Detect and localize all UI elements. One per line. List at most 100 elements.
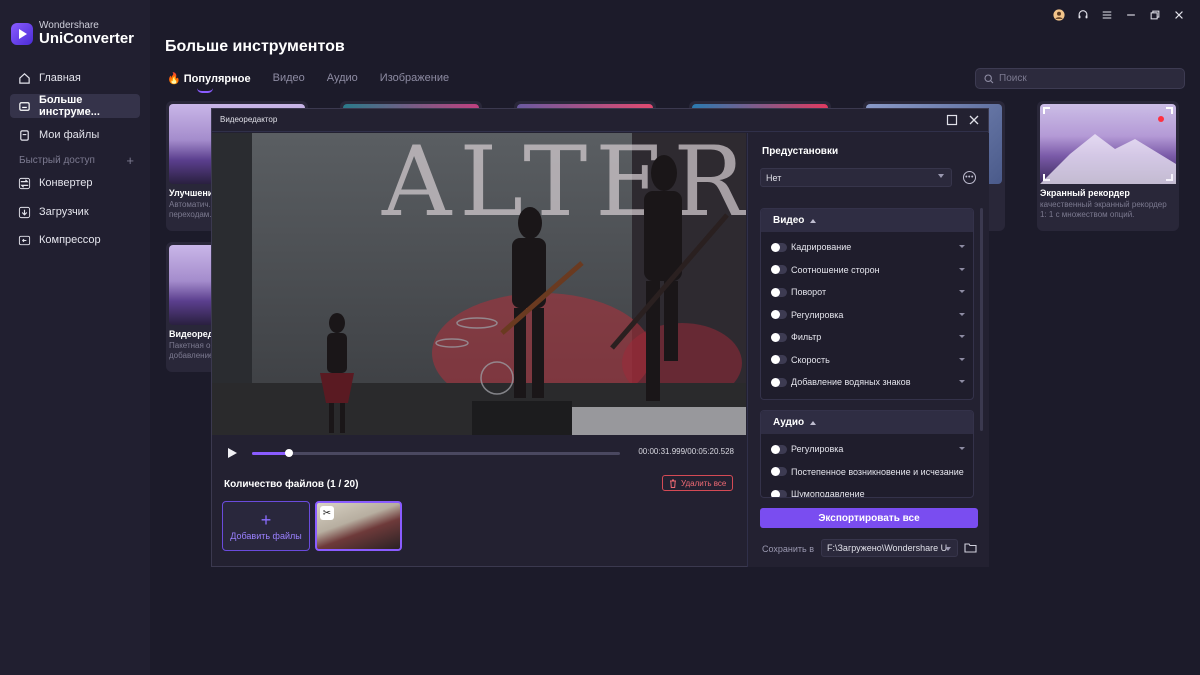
toggle-switch[interactable] bbox=[771, 355, 787, 365]
setting-label: Регулировка bbox=[791, 444, 844, 455]
chevron-down-icon[interactable] bbox=[959, 267, 965, 271]
record-frame-icon bbox=[1040, 107, 1176, 184]
audio-section-header[interactable]: Аудио bbox=[761, 411, 973, 434]
more-options-icon[interactable]: ••• bbox=[963, 171, 976, 184]
delete-all-button[interactable]: Удалить все bbox=[662, 475, 734, 491]
video-section-header[interactable]: Видео bbox=[761, 209, 973, 232]
chevron-down-icon[interactable] bbox=[959, 357, 965, 361]
minimize-icon bbox=[1127, 14, 1135, 16]
chevron-down-icon[interactable] bbox=[959, 312, 965, 316]
menu-icon bbox=[1102, 11, 1112, 19]
sidebar-item-label: Компрессор bbox=[39, 234, 101, 246]
tab-video[interactable]: Видео bbox=[273, 72, 305, 85]
play-icon[interactable] bbox=[226, 447, 238, 459]
toolbox-icon bbox=[19, 101, 30, 111]
maximize-icon[interactable] bbox=[946, 114, 958, 126]
tool-card-screen-recorder[interactable]: Экранный рекордер качественный экранный … bbox=[1037, 101, 1179, 231]
setting-label: Добавление водяных знаков bbox=[791, 377, 911, 388]
toggle-switch[interactable] bbox=[771, 444, 787, 454]
setting-label: Фильтр bbox=[791, 332, 822, 343]
sidebar-item-downloader[interactable]: Загрузчик bbox=[10, 200, 140, 224]
setting-row[interactable]: Соотношение сторон bbox=[761, 259, 973, 282]
chevron-down-icon[interactable] bbox=[959, 380, 965, 383]
banner-text: ALTER bbox=[381, 133, 746, 238]
headset-icon bbox=[1078, 10, 1088, 19]
setting-row[interactable]: Регулировка bbox=[761, 438, 973, 461]
menu-button[interactable] bbox=[1100, 8, 1114, 22]
setting-label: Скорость bbox=[791, 354, 830, 365]
chevron-down-icon bbox=[938, 174, 944, 178]
sidebar-item-my-files[interactable]: Мои файлы bbox=[10, 123, 140, 147]
preset-dropdown[interactable]: Нет bbox=[760, 168, 952, 187]
tab-popular[interactable]: 🔥 Популярное bbox=[167, 72, 251, 93]
delete-all-label: Удалить все bbox=[681, 478, 727, 488]
support-button[interactable] bbox=[1076, 8, 1090, 22]
toggle-switch[interactable] bbox=[771, 310, 787, 320]
search-input[interactable] bbox=[999, 73, 1169, 84]
add-quick-access-icon[interactable]: + bbox=[126, 153, 134, 168]
sidebar-item-more-tools[interactable]: Больше инструме... bbox=[10, 94, 140, 118]
folder-icon[interactable] bbox=[964, 542, 977, 553]
seek-handle[interactable] bbox=[284, 449, 293, 457]
sidebar-item-label: Конвертер bbox=[39, 177, 93, 189]
chevron-down-icon[interactable] bbox=[959, 335, 965, 338]
setting-row[interactable]: Кадрирование bbox=[761, 236, 973, 259]
video-editor-dialog: Видеоредактор ALTER 00:00:31.999/00:05:2… bbox=[211, 108, 989, 567]
card-title: Экранный рекордер bbox=[1040, 188, 1130, 198]
avatar-icon bbox=[1053, 9, 1065, 21]
file-count-label: Количество файлов (1 / 20) bbox=[224, 479, 359, 490]
tab-image[interactable]: Изображение bbox=[380, 72, 449, 85]
add-files-button[interactable]: + Добавить файлы bbox=[222, 501, 310, 551]
sidebar-item-label: Больше инструме... bbox=[39, 94, 100, 118]
toggle-switch[interactable] bbox=[771, 332, 787, 342]
panel-scrollbar[interactable] bbox=[980, 208, 983, 431]
toggle-switch[interactable] bbox=[771, 265, 787, 275]
video-frame-image: ALTER bbox=[212, 133, 746, 435]
save-path-dropdown[interactable]: F:\Загружено\Wondershare U bbox=[821, 539, 958, 557]
setting-row[interactable]: Поворот bbox=[761, 281, 973, 304]
sidebar-item-converter[interactable]: Конвертер bbox=[10, 171, 140, 195]
sidebar-item-label: Главная bbox=[39, 72, 81, 84]
sidebar-item-label: Загрузчик bbox=[39, 206, 89, 218]
close-button[interactable] bbox=[1172, 8, 1186, 22]
toggle-switch[interactable] bbox=[771, 287, 787, 297]
setting-row[interactable]: Фильтр bbox=[761, 326, 973, 349]
sidebar-item-home[interactable]: Главная bbox=[10, 66, 140, 90]
toggle-switch[interactable] bbox=[771, 242, 787, 252]
toggle-switch[interactable] bbox=[771, 467, 787, 477]
setting-label: Регулировка bbox=[791, 309, 844, 320]
quick-access-header: Быстрый доступ + bbox=[19, 153, 134, 168]
quick-access-label: Быстрый доступ bbox=[19, 155, 95, 166]
settings-panel: Предустановки Нет ••• Видео Кадрирование… bbox=[747, 133, 989, 567]
compress-icon bbox=[18, 235, 31, 245]
sidebar-item-compressor[interactable]: Компрессор bbox=[10, 228, 140, 252]
setting-row[interactable]: Регулировка bbox=[761, 304, 973, 327]
converter-icon bbox=[18, 177, 31, 189]
restore-button[interactable] bbox=[1148, 8, 1162, 22]
toggle-switch[interactable] bbox=[771, 377, 787, 387]
close-icon[interactable] bbox=[968, 114, 980, 126]
chevron-down-icon[interactable] bbox=[959, 290, 965, 293]
minimize-button[interactable] bbox=[1124, 8, 1138, 22]
save-to-label: Сохранить в bbox=[762, 544, 815, 554]
setting-row[interactable]: Добавление водяных знаков bbox=[761, 371, 973, 394]
setting-row[interactable]: Шумоподавление bbox=[761, 483, 973, 497]
setting-label: Поворот bbox=[791, 287, 827, 298]
seek-bar[interactable] bbox=[252, 449, 620, 457]
file-thumbnail[interactable]: ✂ bbox=[315, 501, 402, 551]
tab-audio[interactable]: Аудио bbox=[327, 72, 358, 85]
dialog-titlebar: Видеоредактор bbox=[212, 109, 988, 132]
export-all-button[interactable]: Экспортировать все bbox=[760, 508, 978, 528]
video-preview[interactable]: ALTER bbox=[212, 133, 746, 435]
account-button[interactable] bbox=[1052, 8, 1066, 22]
chevron-down-icon[interactable] bbox=[959, 447, 965, 450]
chevron-down-icon[interactable] bbox=[959, 245, 965, 248]
toggle-switch[interactable] bbox=[771, 489, 787, 497]
scissors-icon[interactable]: ✂ bbox=[320, 506, 334, 520]
audio-settings-section: Аудио Регулировка Постепенное возникновен… bbox=[760, 410, 974, 498]
search-box[interactable] bbox=[975, 68, 1185, 89]
setting-row[interactable]: Скорость bbox=[761, 349, 973, 372]
setting-row[interactable]: Постепенное возникновение и исчезание bbox=[761, 461, 973, 484]
preset-value: Нет bbox=[766, 172, 782, 183]
seek-progress bbox=[252, 452, 289, 455]
